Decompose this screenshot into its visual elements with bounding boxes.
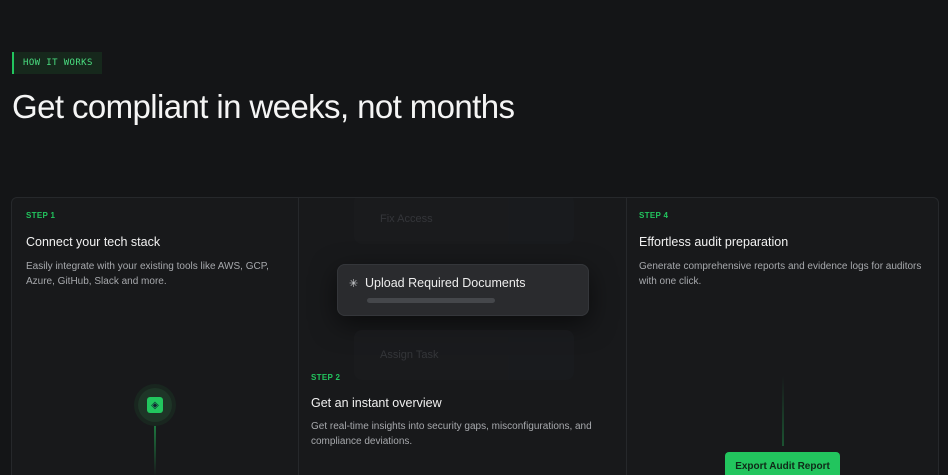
integration-icon: ◈ xyxy=(138,388,172,422)
task-stack: Fix Access ✳ Upload Required Documents A… xyxy=(299,198,626,475)
section-badge: HOW IT WORKS xyxy=(12,52,102,74)
step-1-label: STEP 1 xyxy=(26,211,56,220)
task-card-active[interactable]: ✳ Upload Required Documents xyxy=(337,264,589,316)
spinner-icon: ✳ xyxy=(349,278,359,290)
export-audit-report-button[interactable]: Export Audit Report xyxy=(725,452,840,475)
step-1-title: Connect your tech stack xyxy=(26,235,161,249)
step-2-description: Get real-time insights into security gap… xyxy=(311,421,592,447)
step-4-title: Effortless audit preparation xyxy=(639,235,789,249)
task-card-above: Fix Access xyxy=(354,198,574,244)
step-1-description: Easily integrate with your existing tool… xyxy=(26,261,269,287)
task-card-below: Assign Task xyxy=(354,330,574,380)
task-card-above-label: Fix Access xyxy=(380,213,433,225)
step-2-label: STEP 2 xyxy=(311,373,341,382)
steps-panel: STEP 1 Connect your tech stack Easily in… xyxy=(11,197,939,475)
connector-line xyxy=(782,376,784,446)
page-headline: Get compliant in weeks, not months xyxy=(12,88,515,125)
task-card-active-title: Upload Required Documents xyxy=(365,276,526,290)
connector-line xyxy=(154,426,156,475)
step-4-description: Generate comprehensive reports and evide… xyxy=(639,261,922,287)
integration-glyph: ◈ xyxy=(147,397,163,413)
task-card-below-label: Assign Task xyxy=(380,349,439,361)
task-progress-bar xyxy=(367,298,495,303)
step-2-title: Get an instant overview xyxy=(311,396,442,410)
step-4-label: STEP 4 xyxy=(639,211,669,220)
column-divider xyxy=(626,198,627,475)
